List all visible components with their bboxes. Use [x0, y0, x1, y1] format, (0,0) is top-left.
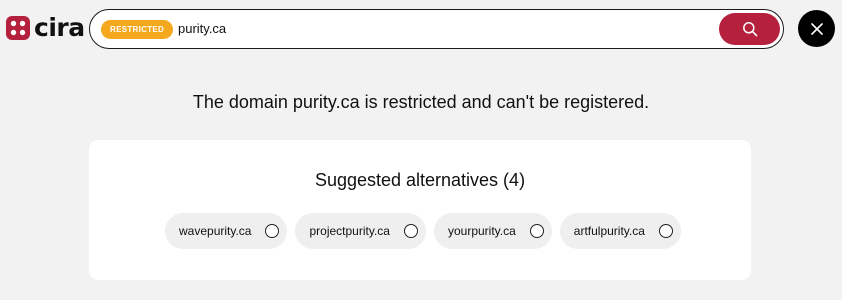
suggestion-radio[interactable]: [265, 224, 280, 238]
close-icon: [810, 22, 823, 35]
suggestion-radio[interactable]: [529, 224, 544, 238]
suggestion-label: yourpurity.ca: [447, 224, 516, 238]
suggestion-item[interactable]: yourpurity.ca: [433, 213, 552, 249]
logo-wordmark: cira: [34, 13, 85, 42]
suggestions-list: wavepurity.ca projectpurity.ca yourpurit…: [165, 213, 681, 249]
status-badge: RESTRICTED: [101, 20, 174, 39]
search-icon: [742, 22, 757, 37]
suggestion-item[interactable]: wavepurity.ca: [165, 213, 288, 249]
domain-search-bar[interactable]: RESTRICTED purity.ca: [89, 9, 784, 49]
suggestion-label: artfulpurity.ca: [573, 224, 645, 238]
suggestion-label: wavepurity.ca: [179, 224, 252, 238]
search-button[interactable]: [719, 13, 780, 45]
cira-logo[interactable]: cira: [6, 14, 85, 42]
suggestion-label: projectpurity.ca: [309, 224, 390, 238]
suggestions-card: Suggested alternatives (4) wavepurity.ca…: [89, 140, 751, 280]
suggestion-radio[interactable]: [658, 224, 673, 238]
suggestion-item[interactable]: projectpurity.ca: [295, 213, 426, 249]
suggestions-title: Suggested alternatives (4): [314, 170, 526, 190]
suggestion-radio[interactable]: [403, 224, 418, 238]
suggestion-item[interactable]: artfulpurity.ca: [559, 213, 681, 249]
restricted-message: The domain purity.ca is restricted and c…: [192, 92, 650, 112]
search-input[interactable]: purity.ca: [178, 21, 226, 37]
cira-logo-icon: [6, 16, 30, 40]
close-button[interactable]: [798, 10, 835, 47]
